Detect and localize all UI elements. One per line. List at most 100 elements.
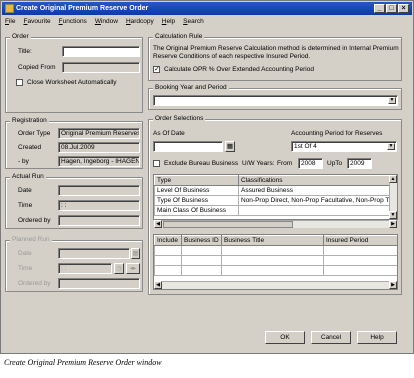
menu-help[interactable]: Help <box>162 16 175 27</box>
booking-group: Booking Year and Period ▼ <box>148 84 402 110</box>
horizontal-scrollbar[interactable]: ◀ ▶ <box>154 281 397 289</box>
menu-hardcopy[interactable]: Hardcopy <box>126 16 154 27</box>
actual-time-label: Time <box>18 202 33 209</box>
scroll-down-icon[interactable]: ▼ <box>389 211 397 219</box>
order-selections-group: Order Selections As Of Date ▦ Accounting… <box>148 115 402 295</box>
planned-ordered-by-field <box>58 278 140 289</box>
table-row[interactable] <box>154 265 397 276</box>
menu-file[interactable]: File <box>5 16 16 27</box>
created-by-field: Hagen, Ingeborg - IHAGEN <box>58 156 140 167</box>
app-icon <box>5 4 14 13</box>
planned-date-label: Date <box>18 250 32 257</box>
planned-time-field: : : <box>58 263 112 274</box>
window-title: Create Original Premium Reserve Order <box>16 5 149 12</box>
table-cell: Level Of Business <box>154 185 239 196</box>
actual-date-label: Date <box>18 187 32 194</box>
column-header[interactable]: Type <box>154 175 239 186</box>
planned-run-group: Planned Run Date ▦ Time : : ◷ ◂▸ Ordered… <box>5 236 143 292</box>
booking-legend: Booking Year and Period <box>153 84 229 91</box>
menu-window[interactable]: Window <box>95 16 118 27</box>
copied-from-field <box>62 62 140 73</box>
horizontal-scrollbar[interactable]: ◀ ▶ <box>154 220 397 228</box>
accounting-period-select[interactable]: 1st Of 4 ▼ <box>291 141 397 152</box>
planned-date-field <box>58 248 130 259</box>
menu-bar: File Favourite Functions Window Hardcopy… <box>2 16 412 27</box>
table-cell: Non-Prop Direct, Non-Prop Facultative, N… <box>238 195 391 206</box>
close-button[interactable]: × <box>398 4 409 13</box>
upto-label: UpTo <box>327 160 343 167</box>
actual-ordered-by-label: Ordered by <box>18 217 51 224</box>
registration-group: Registration Order Type Original Premium… <box>5 117 143 169</box>
scroll-right-icon[interactable]: ▶ <box>389 220 397 228</box>
exclude-bureau-checkbox[interactable] <box>153 160 160 167</box>
minimize-button[interactable]: _ <box>374 4 385 13</box>
column-header[interactable]: Insured Period <box>323 235 397 246</box>
menu-functions[interactable]: Functions <box>59 16 87 27</box>
maximize-button[interactable]: □ <box>386 4 397 13</box>
table-cell: Assured Business <box>238 185 391 196</box>
table-cell: Type Of Business <box>154 195 239 206</box>
ok-button[interactable]: OK <box>265 331 305 344</box>
uw-years-label: U/W Years: <box>242 160 275 167</box>
scroll-right-icon[interactable]: ▶ <box>389 281 397 289</box>
planned-ordered-by-label: Ordered by <box>18 280 51 287</box>
close-worksheet-label: Close Worksheet Automatically <box>27 79 117 86</box>
exclude-bureau-label: Exclude Bureau Business <box>164 160 239 167</box>
actual-time-field: : : <box>58 200 140 211</box>
order-selections-legend: Order Selections <box>153 115 206 122</box>
upto-year-input[interactable]: 2009 <box>347 158 372 169</box>
table-row[interactable]: Type Of Business Non-Prop Direct, Non-Pr… <box>154 195 391 206</box>
calculate-opr-checkbox[interactable]: ✓ <box>153 66 160 73</box>
app-window: Create Original Premium Reserve Order _ … <box>0 0 414 354</box>
planned-run-legend: Planned Run <box>10 236 52 243</box>
from-label: From <box>277 160 293 167</box>
actual-run-group: Actual Run Date Time : : Ordered by <box>5 173 143 229</box>
actual-run-legend: Actual Run <box>10 173 46 180</box>
table-row[interactable] <box>154 255 397 266</box>
menu-search[interactable]: Search <box>183 16 204 27</box>
created-label: Created <box>18 144 42 151</box>
table-cell: Main Class Of Business <box>154 205 239 216</box>
title-input[interactable] <box>62 46 140 57</box>
table-row[interactable]: Main Class Of Business <box>154 205 391 216</box>
from-year-input[interactable]: 2008 <box>298 158 323 169</box>
chevron-down-icon[interactable]: ▼ <box>387 143 395 150</box>
time-spin-icon: ◂▸ <box>126 263 140 274</box>
registration-legend: Registration <box>10 117 49 124</box>
actual-date-field <box>58 185 140 196</box>
order-type-label: Order Type <box>18 130 51 137</box>
actual-ordered-by-field <box>58 215 140 226</box>
calculate-opr-label: Calculate OPR % Over Extended Accounting… <box>164 66 314 73</box>
clock-icon: ◷ <box>114 263 124 274</box>
column-header[interactable]: Business ID <box>181 235 222 246</box>
column-header[interactable]: Classifications <box>238 175 391 186</box>
table-cell <box>238 205 391 216</box>
column-header[interactable]: Business Title <box>221 235 324 246</box>
table-row[interactable] <box>154 245 397 256</box>
scroll-left-icon[interactable]: ◀ <box>154 220 162 228</box>
table-row[interactable]: Level Of Business Assured Business <box>154 185 391 196</box>
calculation-rule-text: The Original Premium Reserve Calculation… <box>153 45 399 60</box>
help-button[interactable]: Help <box>357 331 397 344</box>
calendar-icon[interactable]: ▦ <box>225 141 235 152</box>
column-header[interactable]: Include <box>154 235 182 246</box>
created-by-label: - by <box>18 158 29 165</box>
chevron-down-icon[interactable]: ▼ <box>388 97 396 104</box>
classifications-table: Type Classifications Level Of Business A… <box>153 174 398 220</box>
copied-from-label: Copied From <box>18 64 56 71</box>
order-legend: Order <box>10 33 31 40</box>
order-group: Order Title: Copied From Close Worksheet… <box>5 33 143 113</box>
close-worksheet-checkbox[interactable] <box>16 79 23 86</box>
cancel-button[interactable]: Cancel <box>311 331 351 344</box>
accounting-period-value: 1st Of 4 <box>294 143 317 150</box>
scroll-left-icon[interactable]: ◀ <box>154 281 162 289</box>
as-of-date-input[interactable] <box>153 141 223 152</box>
menu-favourite[interactable]: Favourite <box>24 16 51 27</box>
scroll-thumb[interactable] <box>163 221 293 228</box>
booking-period-select[interactable]: ▼ <box>153 95 398 106</box>
vertical-scrollbar[interactable]: ▲ ▼ <box>389 175 397 219</box>
accounting-period-label: Accounting Period for Reserves <box>291 130 383 137</box>
scroll-up-icon[interactable]: ▲ <box>389 175 397 183</box>
figure-caption: Create Original Premium Reserve Order wi… <box>4 358 162 367</box>
planned-time-label: Time <box>18 265 33 272</box>
